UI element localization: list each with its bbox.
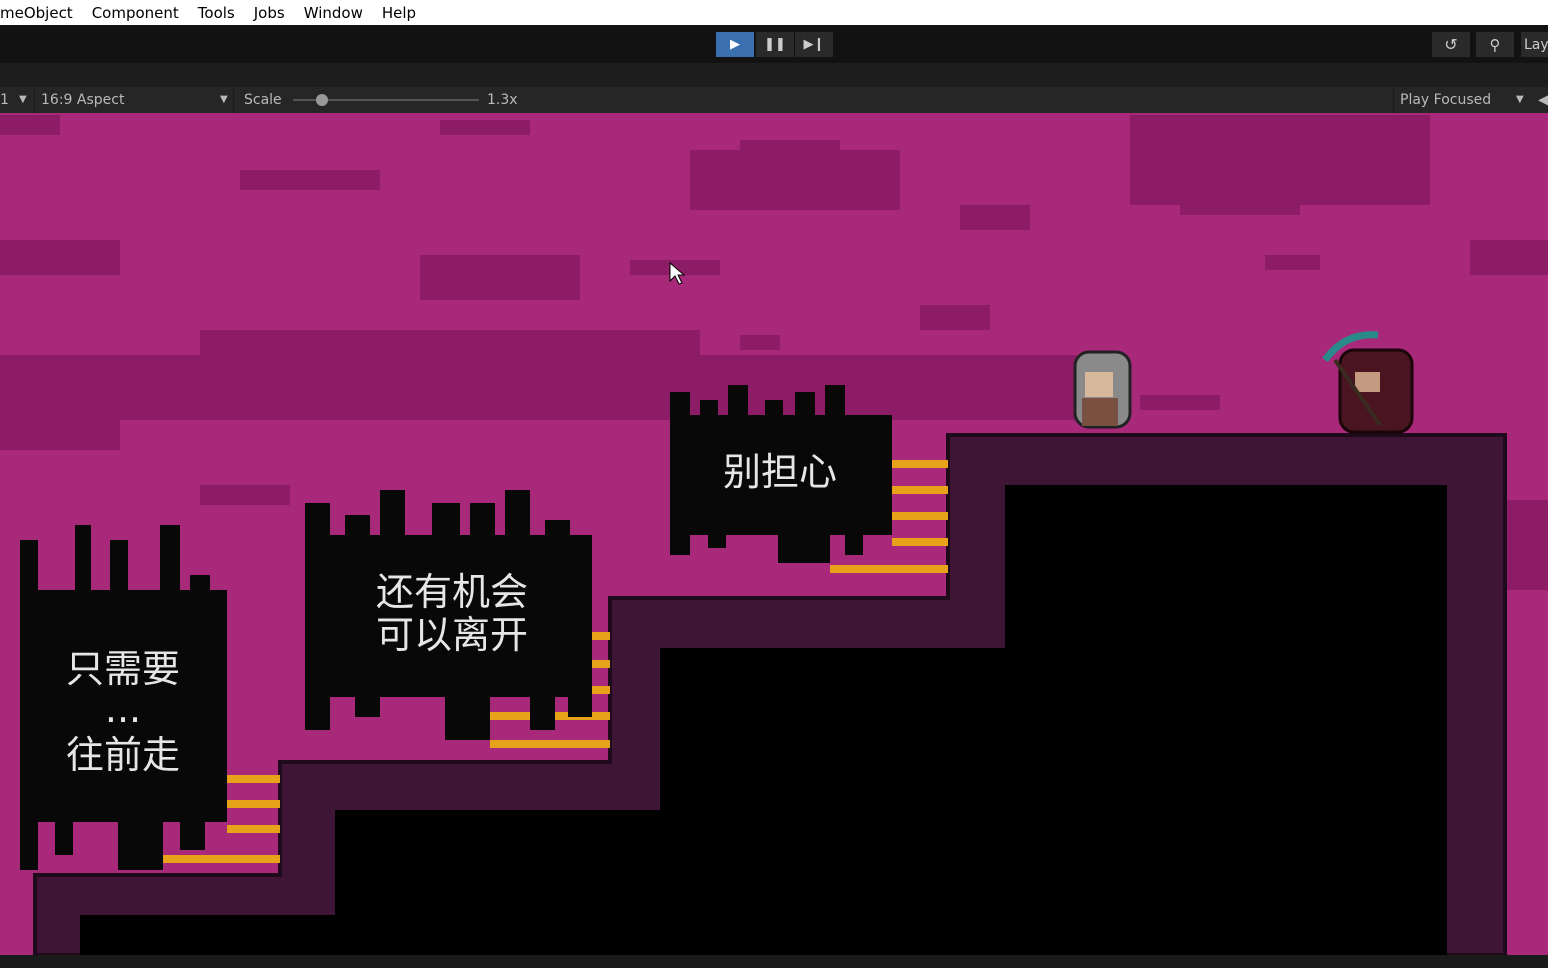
menu-jobs[interactable]: Jobs <box>254 4 285 22</box>
display-dropdown[interactable]: 1 <box>0 92 9 108</box>
scale-label: Scale <box>244 92 282 108</box>
menu-component[interactable]: Component <box>92 4 179 22</box>
pause-icon: ❚❚ <box>764 37 786 52</box>
step-icon: ▶❙ <box>803 37 825 52</box>
history-icon: ↺ <box>1444 35 1458 54</box>
audio-icon[interactable]: ◀ <box>1538 92 1548 108</box>
search-button[interactable]: ⚲ <box>1476 32 1514 57</box>
pause-button[interactable]: ❚❚ <box>756 32 794 57</box>
sign-1-line-2: ... <box>105 687 141 731</box>
sign-3-line-1: 别担心 <box>723 450 837 494</box>
scale-value: 1.3x <box>487 92 518 108</box>
status-bar <box>0 955 1548 968</box>
scale-slider-handle[interactable] <box>316 94 328 106</box>
chevron-down-icon: ▼ <box>1516 94 1524 105</box>
menu-window[interactable]: Window <box>304 4 363 22</box>
menu-gameobject[interactable]: meObject <box>0 4 73 22</box>
play-mode-dropdown[interactable]: Play Focused ▼ <box>1393 87 1531 113</box>
play-button[interactable]: ▶ <box>716 32 754 57</box>
main-toolbar: ▶ ❚❚ ▶❙ ↺ ⚲ Lay <box>0 25 1548 63</box>
sign-2-line-1: 还有机会 <box>376 570 528 614</box>
menu-help[interactable]: Help <box>382 4 416 22</box>
menu-bar: meObject Component Tools Jobs Window Hel… <box>0 0 1548 25</box>
history-button[interactable]: ↺ <box>1432 32 1470 57</box>
search-icon: ⚲ <box>1489 35 1501 54</box>
sign-2-line-2: 可以离开 <box>376 613 528 657</box>
step-button[interactable]: ▶❙ <box>795 32 833 57</box>
play-icon: ▶ <box>730 37 740 52</box>
tab-strip <box>0 63 1548 87</box>
game-view[interactable]: 只需要 ... 往前走 还有机会 可以离开 别担心 <box>0 113 1548 955</box>
sign-1-line-1: 只需要 <box>66 647 180 691</box>
chevron-down-icon: ▼ <box>19 94 27 105</box>
aspect-dropdown[interactable]: 16:9 Aspect ▼ <box>34 87 234 113</box>
hooded-girl-character <box>1073 350 1132 429</box>
menu-tools[interactable]: Tools <box>198 4 235 22</box>
layout-dropdown[interactable]: Lay <box>1521 32 1548 57</box>
sign-1-line-3: 往前走 <box>66 733 180 777</box>
chevron-down-icon: ▼ <box>220 94 228 105</box>
game-view-toolbar: 1 ▼ 16:9 Aspect ▼ Scale 1.3x Play Focuse… <box>0 87 1548 113</box>
